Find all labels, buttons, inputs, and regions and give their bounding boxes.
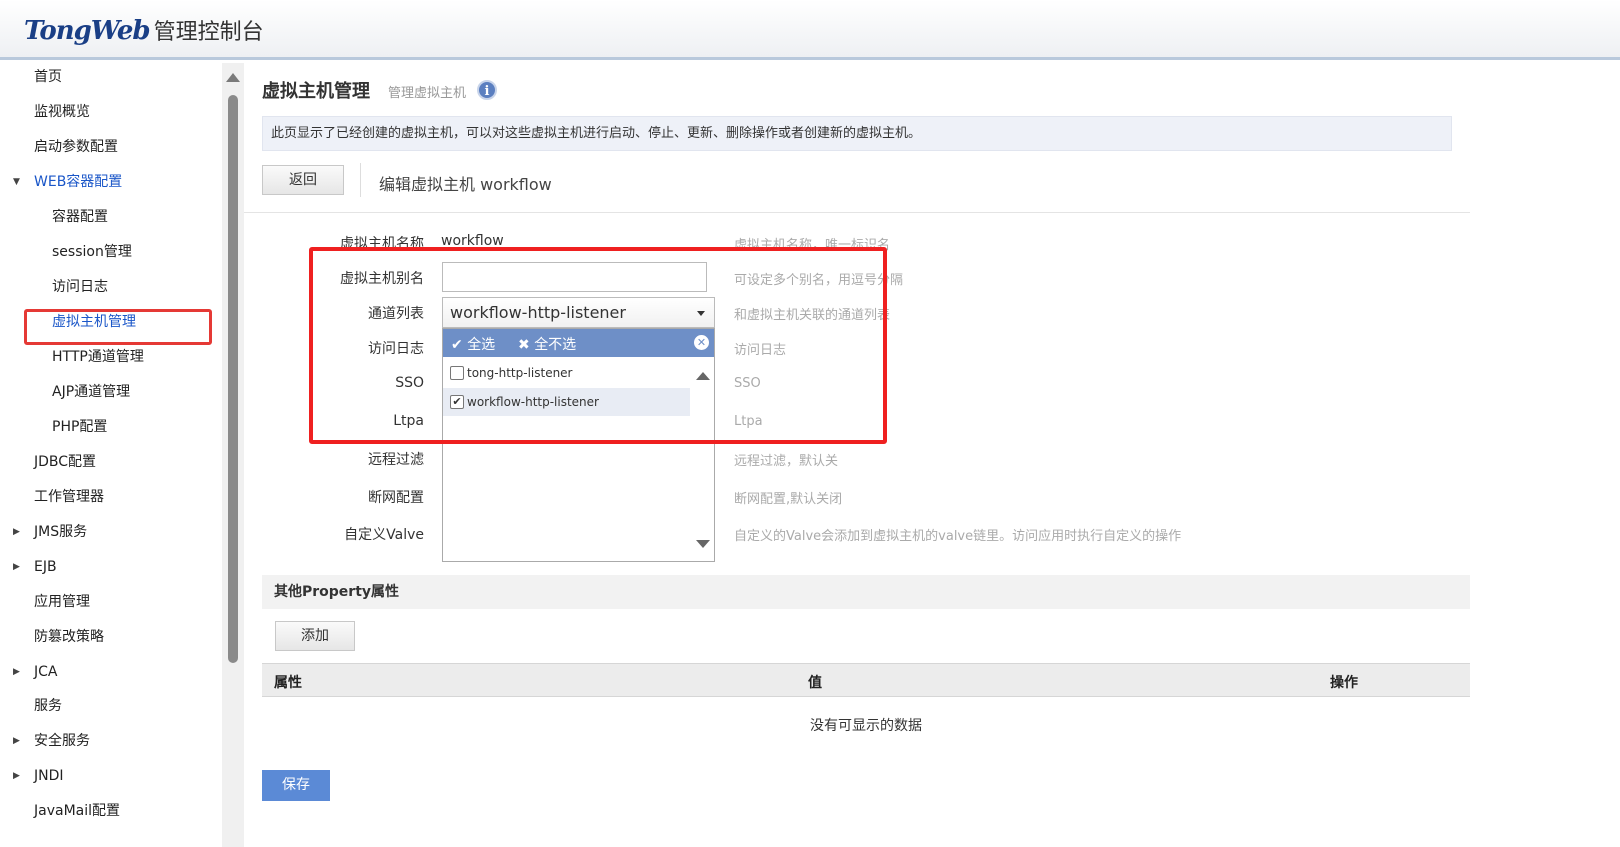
collapsed-arrow-icon: ▶ [13,562,20,572]
other-properties-header: 其他Property属性 [262,575,1470,609]
sidebar-item-monitor[interactable]: 监视概览 [34,100,90,124]
scrollbar-thumb[interactable] [228,95,238,663]
remote-filter-hint: 远程过滤，默认关 [734,454,839,469]
custom-valve-label: 自定义Valve [344,527,424,543]
sidebar-item-startup-params[interactable]: 启动参数配置 [34,135,118,159]
sidebar-item-work-manager[interactable]: 工作管理器 [34,485,104,509]
scroll-up-arrow-icon[interactable] [226,73,240,82]
expanded-arrow-icon: ▼ [13,177,20,187]
property-table-header: 属性 值 操作 [262,663,1470,697]
highlight-box-form [309,247,887,444]
main-content: 虚拟主机管理 管理虚拟主机 i 此页显示了已经创建的虚拟主机，可以对这些虚拟主机… [244,63,1620,847]
column-header-actions: 操作 [1330,675,1358,691]
highlight-box-nav [24,309,212,345]
scroll-down-arrow-icon[interactable] [696,540,710,548]
sidebar-item-ajp-channel[interactable]: AJP通道管理 [52,380,130,404]
tongweb-logo: TongWeb 管理控制台 [24,14,264,46]
page-title: 虚拟主机管理 [262,81,370,102]
sidebar-item-ejb[interactable]: ▶ EJB [0,555,200,579]
collapsed-arrow-icon: ▶ [13,527,20,537]
column-header-value[interactable]: 值 [808,672,822,692]
collapsed-arrow-icon: ▶ [13,771,20,781]
logo-brand: TongWeb [24,16,151,46]
back-button[interactable]: 返回 [262,165,344,195]
disconnect-label: 断网配置 [368,490,424,506]
save-button[interactable]: 保存 [262,770,330,801]
page-subtitle: 管理虚拟主机 [388,86,467,101]
sidebar-item-jca[interactable]: ▶ JCA [0,660,200,684]
info-icon[interactable]: i [477,80,497,100]
sidebar-item-jndi[interactable]: ▶ JNDI [0,764,200,788]
page-description: 此页显示了已经创建的虚拟主机，可以对这些虚拟主机进行启动、停止、更新、删除操作或… [262,116,1452,151]
collapsed-arrow-icon: ▶ [13,667,20,677]
sidebar-item-services[interactable]: 服务 [34,694,62,718]
sidebar-item-access-log[interactable]: 访问日志 [52,275,108,299]
divider [360,163,361,197]
sidebar-item-jms[interactable]: ▶ JMS服务 [0,520,200,544]
custom-valve-hint: 自定义的Valve会添加到虚拟主机的valve链里。访问应用时执行自定义的操作 [734,529,1182,544]
sidebar-item-app-management[interactable]: 应用管理 [34,590,90,614]
empty-table-message: 没有可显示的数据 [810,718,922,734]
sidebar-item-php[interactable]: PHP配置 [52,415,107,439]
sidebar-nav: 首页 监视概览 启动参数配置 ▼ WEB容器配置 容器配置 session管理 … [0,63,222,847]
sidebar-item-tamper-policy[interactable]: 防篡改策略 [34,625,104,649]
edit-title: 编辑虚拟主机 workflow [379,175,552,194]
collapsed-arrow-icon: ▶ [13,736,20,746]
sidebar-item-container-config[interactable]: 容器配置 [52,205,108,229]
sidebar-item-session[interactable]: session管理 [52,240,132,264]
remote-filter-label: 远程过滤 [368,452,424,468]
sidebar-item-web-container[interactable]: ▼ WEB容器配置 [0,170,200,194]
app-header: TongWeb 管理控制台 [0,0,1620,60]
add-property-button[interactable]: 添加 [275,621,355,651]
column-header-property[interactable]: 属性 [274,672,302,692]
sidebar-item-http-channel[interactable]: HTTP通道管理 [52,345,144,369]
sidebar-item-javamail[interactable]: JavaMail配置 [34,799,120,823]
sidebar-item-jdbc[interactable]: JDBC配置 [34,450,96,474]
disconnect-hint: 断网配置,默认关闭 [734,492,843,507]
sidebar-item-home[interactable]: 首页 [34,65,62,89]
sidebar-scrollbar[interactable] [222,63,244,847]
sidebar-item-security[interactable]: ▶ 安全服务 [0,729,200,753]
divider [244,212,1470,213]
logo-suffix: 管理控制台 [153,20,264,45]
